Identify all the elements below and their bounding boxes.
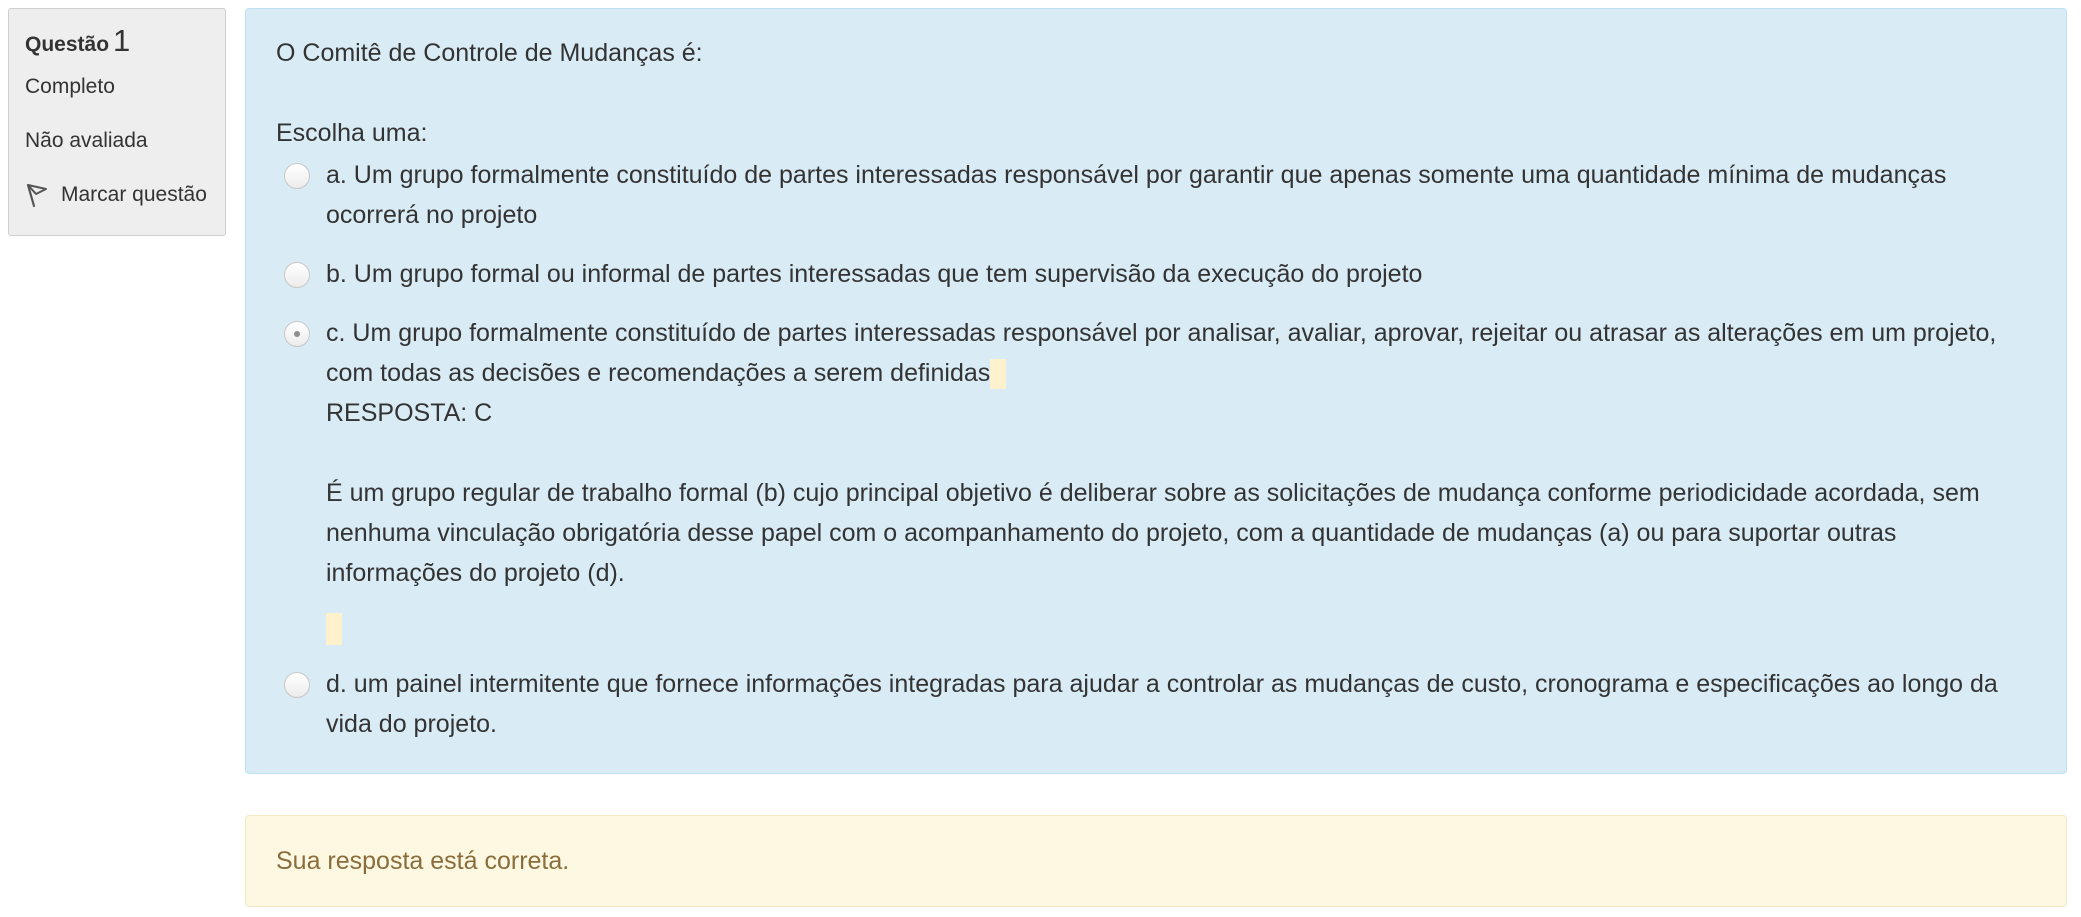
question-info-panel: Questão 1 Completo Não avaliada Marcar qu… xyxy=(8,8,226,236)
radio-d[interactable] xyxy=(284,672,310,698)
feedback-text: Sua resposta está correta. xyxy=(276,847,570,875)
flag-question-label: Marcar questão xyxy=(61,183,207,206)
feedback-box: Sua resposta está correta. xyxy=(245,815,2067,907)
question-number: Questão 1 xyxy=(25,23,211,63)
answer-option-b[interactable]: b. Um grupo formal ou informal de partes… xyxy=(276,254,2038,294)
answer-option-c-text: c. Um grupo formalmente constituído de p… xyxy=(326,319,1997,387)
flag-icon xyxy=(25,182,49,208)
quiz-page: Questão 1 Completo Não avaliada Marcar qu… xyxy=(0,0,2081,917)
question-grade: Não avaliada xyxy=(25,129,148,152)
answer-option-c[interactable]: c. Um grupo formalmente constituído de p… xyxy=(276,313,2038,645)
question-text: O Comitê de Controle de Mudanças é: xyxy=(276,39,703,67)
question-state: Completo xyxy=(25,75,115,98)
answer-options: a. Um grupo formalmente constituído de p… xyxy=(276,155,2038,744)
answer-explanation: É um grupo regular de trabalho formal (b… xyxy=(326,479,1980,587)
answer-prompt: Escolha uma: xyxy=(276,119,428,147)
answer-option-c-content: c. Um grupo formalmente constituído de p… xyxy=(326,313,2038,645)
radio-a[interactable] xyxy=(284,163,310,189)
answer-option-d-text: d. um painel intermitente que fornece in… xyxy=(326,670,1998,738)
question-formulation: O Comitê de Controle de Mudanças é: Esco… xyxy=(245,8,2067,774)
question-number-value: 1 xyxy=(113,23,131,58)
radio-c-selected[interactable] xyxy=(284,321,310,347)
flag-question-button[interactable]: Marcar questão xyxy=(25,181,211,209)
highlight-mark-empty xyxy=(326,613,342,645)
highlight-mark xyxy=(990,359,1007,390)
answer-option-a-text: a. Um grupo formalmente constituído de p… xyxy=(326,161,1947,229)
radio-b[interactable] xyxy=(284,262,310,288)
answer-option-a[interactable]: a. Um grupo formalmente constituído de p… xyxy=(276,155,2038,235)
answer-option-d[interactable]: d. um painel intermitente que fornece in… xyxy=(276,664,2038,744)
question-label: Questão xyxy=(25,33,110,56)
answer-option-b-text: b. Um grupo formal ou informal de partes… xyxy=(326,260,1423,288)
answer-line: RESPOSTA: C xyxy=(326,399,493,427)
